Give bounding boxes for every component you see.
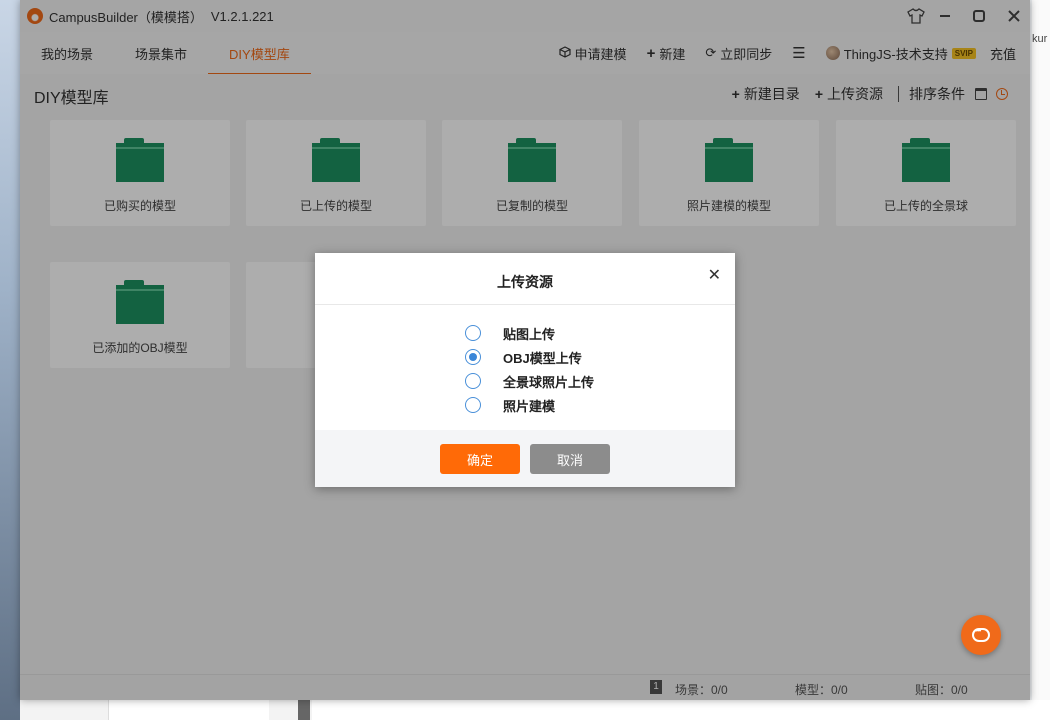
desktop-background-bottom [20, 700, 1050, 720]
background-panel-white [312, 700, 1050, 720]
option-label: 贴图上传 [503, 326, 556, 342]
radio-button-selected[interactable] [465, 349, 481, 365]
option-texture-upload[interactable]: 贴图上传 [465, 321, 594, 345]
background-panel-dark [298, 700, 310, 720]
radio-button[interactable] [465, 397, 481, 413]
confirm-button[interactable]: 确定 [440, 444, 520, 474]
cancel-button[interactable]: 取消 [530, 444, 610, 474]
background-window-fragment: kur [1032, 33, 1048, 45]
option-photo-modeling[interactable]: 照片建模 [465, 393, 594, 417]
option-obj-upload[interactable]: OBJ模型上传 [465, 345, 594, 369]
chat-bubble-icon [972, 626, 990, 642]
option-label: OBJ模型上传 [503, 350, 582, 366]
dialog-footer: 确定 取消 [315, 430, 735, 487]
upload-type-options: 贴图上传 OBJ模型上传 全景球照片上传 照片建模 [465, 321, 594, 417]
close-icon[interactable]: ✕ [708, 265, 721, 285]
app-window: CampusBuilder（模模搭） V1.2.1.221 我的场景 场景集市 … [20, 0, 1030, 700]
dialog-header: 上传资源 ✕ [315, 253, 735, 305]
chat-support-button[interactable] [961, 615, 1001, 655]
radio-button[interactable] [465, 373, 481, 389]
dialog-title: 上传资源 [497, 274, 553, 290]
option-panorama-upload[interactable]: 全景球照片上传 [465, 369, 594, 393]
radio-button[interactable] [465, 325, 481, 341]
option-label: 全景球照片上传 [503, 374, 595, 390]
desktop-background-right: kur [1032, 0, 1050, 720]
option-label: 照片建模 [503, 398, 556, 414]
background-panel [108, 700, 269, 720]
desktop-background-left [0, 0, 20, 720]
upload-resource-dialog: 上传资源 ✕ 贴图上传 OBJ模型上传 全景球照片上传 照片建模 确定 取消 [315, 253, 735, 487]
